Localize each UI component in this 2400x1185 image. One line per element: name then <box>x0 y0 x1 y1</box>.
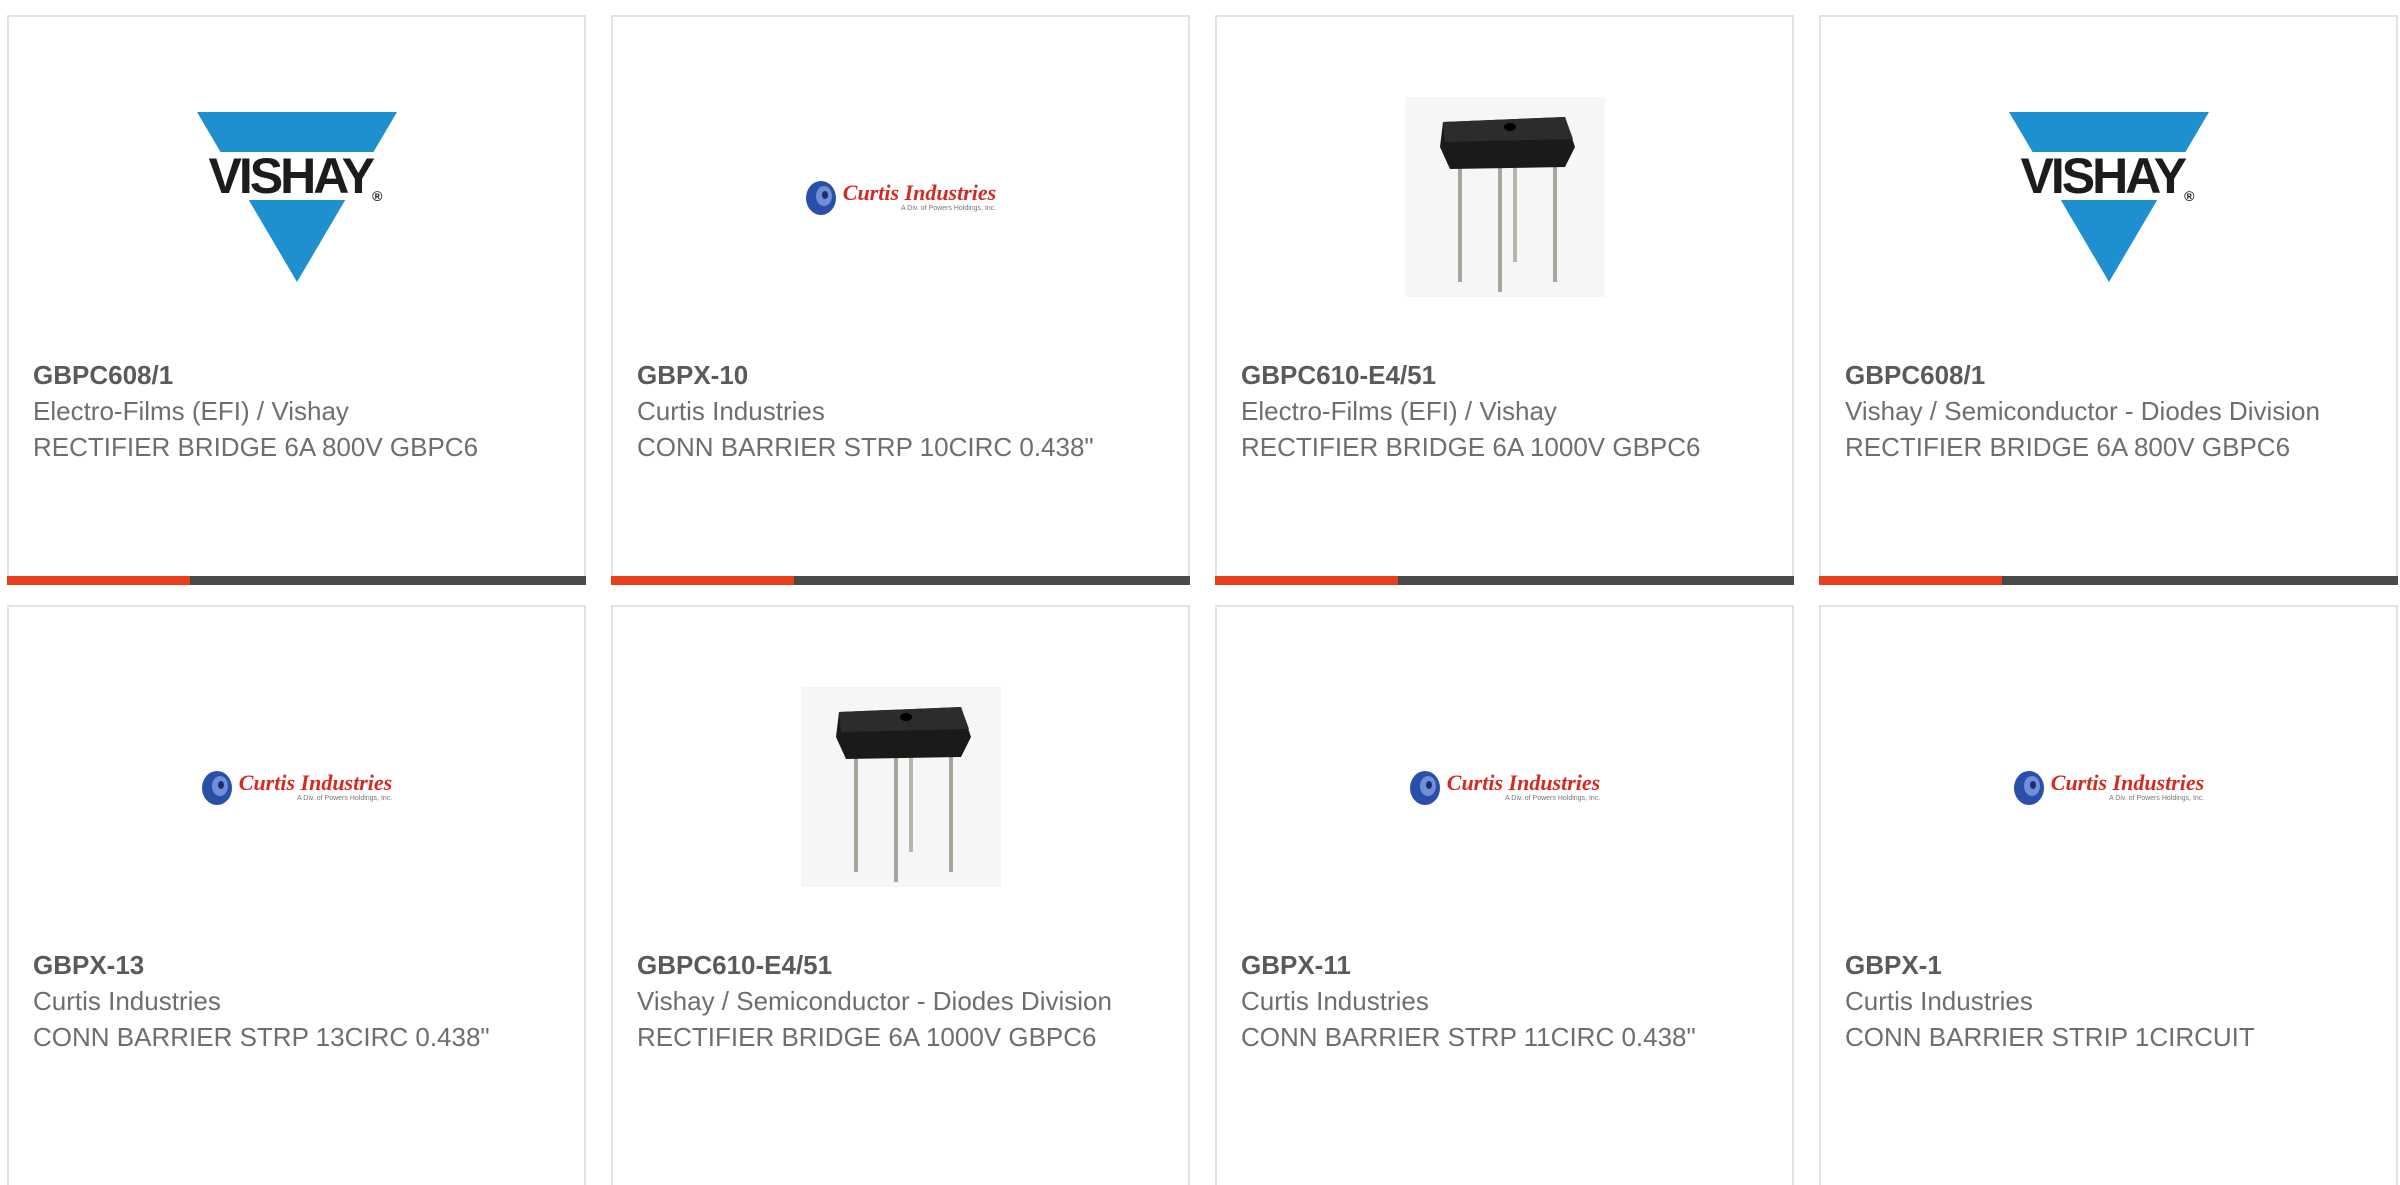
product-image[interactable] <box>1217 77 1792 317</box>
product-image[interactable]: Curtis Industries A Div. of Powers Holdin… <box>9 667 584 907</box>
bridge-rectifier-icon <box>1404 97 1605 297</box>
product-card[interactable]: Curtis Industries A Div. of Powers Holdin… <box>611 15 1190 585</box>
part-number-link[interactable]: GBPC608/1 <box>33 357 560 393</box>
card-bottom-bar <box>1215 576 1794 585</box>
manufacturer: Curtis Industries <box>1241 986 1429 1016</box>
product-info: GBPX-1 Curtis Industries CONN BARRIER ST… <box>1845 947 2372 1055</box>
product-image[interactable]: Curtis Industries A Div. of Powers Holdin… <box>613 77 1188 317</box>
manufacturer: Curtis Industries <box>637 396 825 426</box>
product-card[interactable]: Curtis Industries A Div. of Powers Holdin… <box>7 605 586 1185</box>
manufacturer: Curtis Industries <box>1845 986 2033 1016</box>
part-number-link[interactable]: GBPX-13 <box>33 947 560 983</box>
manufacturer: Curtis Industries <box>33 986 221 1016</box>
description: CONN BARRIER STRP 11CIRC 0.438" <box>1241 1022 1696 1052</box>
product-card[interactable]: GBPC610-E4/51 Electro-Films (EFI) / Vish… <box>1215 15 1794 585</box>
manufacturer: Electro-Films (EFI) / Vishay <box>1241 396 1557 426</box>
part-number-link[interactable]: GBPC610-E4/51 <box>1241 357 1768 393</box>
description: RECTIFIER BRIDGE 6A 800V GBPC6 <box>33 432 479 462</box>
product-grid: VISHAY® GBPC608/1 Electro-Films (EFI) / … <box>0 0 2400 1185</box>
product-card[interactable]: Curtis Industries A Div. of Powers Holdin… <box>1215 605 1794 1185</box>
card-bottom-bar <box>611 576 1190 585</box>
product-card[interactable]: VISHAY® GBPC608/1 Electro-Films (EFI) / … <box>7 15 586 585</box>
product-info: GBPX-10 Curtis Industries CONN BARRIER S… <box>637 357 1164 465</box>
manufacturer: Vishay / Semiconductor - Diodes Division <box>637 986 1112 1016</box>
description: CONN BARRIER STRIP 1CIRCUIT <box>1845 1022 2255 1052</box>
manufacturer: Vishay / Semiconductor - Diodes Division <box>1845 396 2320 426</box>
part-number-link[interactable]: GBPX-1 <box>1845 947 2372 983</box>
part-number-link[interactable]: GBPX-11 <box>1241 947 1768 983</box>
description: CONN BARRIER STRP 10CIRC 0.438" <box>637 432 1094 462</box>
part-number-link[interactable]: GBPC608/1 <box>1845 357 2372 393</box>
product-image[interactable]: VISHAY® <box>9 77 584 317</box>
part-number-link[interactable]: GBPX-10 <box>637 357 1164 393</box>
card-bottom-bar <box>7 576 586 585</box>
part-number-link[interactable]: GBPC610-E4/51 <box>637 947 1164 983</box>
description: RECTIFIER BRIDGE 6A 1000V GBPC6 <box>1241 432 1701 462</box>
curtis-logo: Curtis Industries A Div. of Powers Holdin… <box>1409 768 1600 806</box>
product-image[interactable] <box>613 667 1188 907</box>
bridge-rectifier-icon <box>800 687 1001 887</box>
manufacturer: Electro-Films (EFI) / Vishay <box>33 396 349 426</box>
product-image[interactable]: VISHAY® <box>1821 77 2396 317</box>
vishay-logo: VISHAY® <box>194 112 397 282</box>
vishay-logo: VISHAY® <box>2006 112 2209 282</box>
card-bottom-bar <box>1819 576 2398 585</box>
product-info: GBPX-13 Curtis Industries CONN BARRIER S… <box>33 947 560 1055</box>
curtis-logo: Curtis Industries A Div. of Powers Holdin… <box>805 178 996 216</box>
product-card[interactable]: GBPC610-E4/51 Vishay / Semiconductor - D… <box>611 605 1190 1185</box>
product-image[interactable]: Curtis Industries A Div. of Powers Holdin… <box>1821 667 2396 907</box>
product-info: GBPC610-E4/51 Vishay / Semiconductor - D… <box>637 947 1164 1055</box>
product-card[interactable]: VISHAY® GBPC608/1 Vishay / Semiconductor… <box>1819 15 2398 585</box>
product-info: GBPC608/1 Vishay / Semiconductor - Diode… <box>1845 357 2372 465</box>
description: RECTIFIER BRIDGE 6A 1000V GBPC6 <box>637 1022 1097 1052</box>
curtis-logo: Curtis Industries A Div. of Powers Holdin… <box>201 768 392 806</box>
description: CONN BARRIER STRP 13CIRC 0.438" <box>33 1022 490 1052</box>
product-image[interactable]: Curtis Industries A Div. of Powers Holdin… <box>1217 667 1792 907</box>
product-info: GBPC610-E4/51 Electro-Films (EFI) / Vish… <box>1241 357 1768 465</box>
product-info: GBPX-11 Curtis Industries CONN BARRIER S… <box>1241 947 1768 1055</box>
curtis-logo: Curtis Industries A Div. of Powers Holdin… <box>2013 768 2204 806</box>
description: RECTIFIER BRIDGE 6A 800V GBPC6 <box>1845 432 2291 462</box>
product-info: GBPC608/1 Electro-Films (EFI) / Vishay R… <box>33 357 560 465</box>
product-card[interactable]: Curtis Industries A Div. of Powers Holdin… <box>1819 605 2398 1185</box>
